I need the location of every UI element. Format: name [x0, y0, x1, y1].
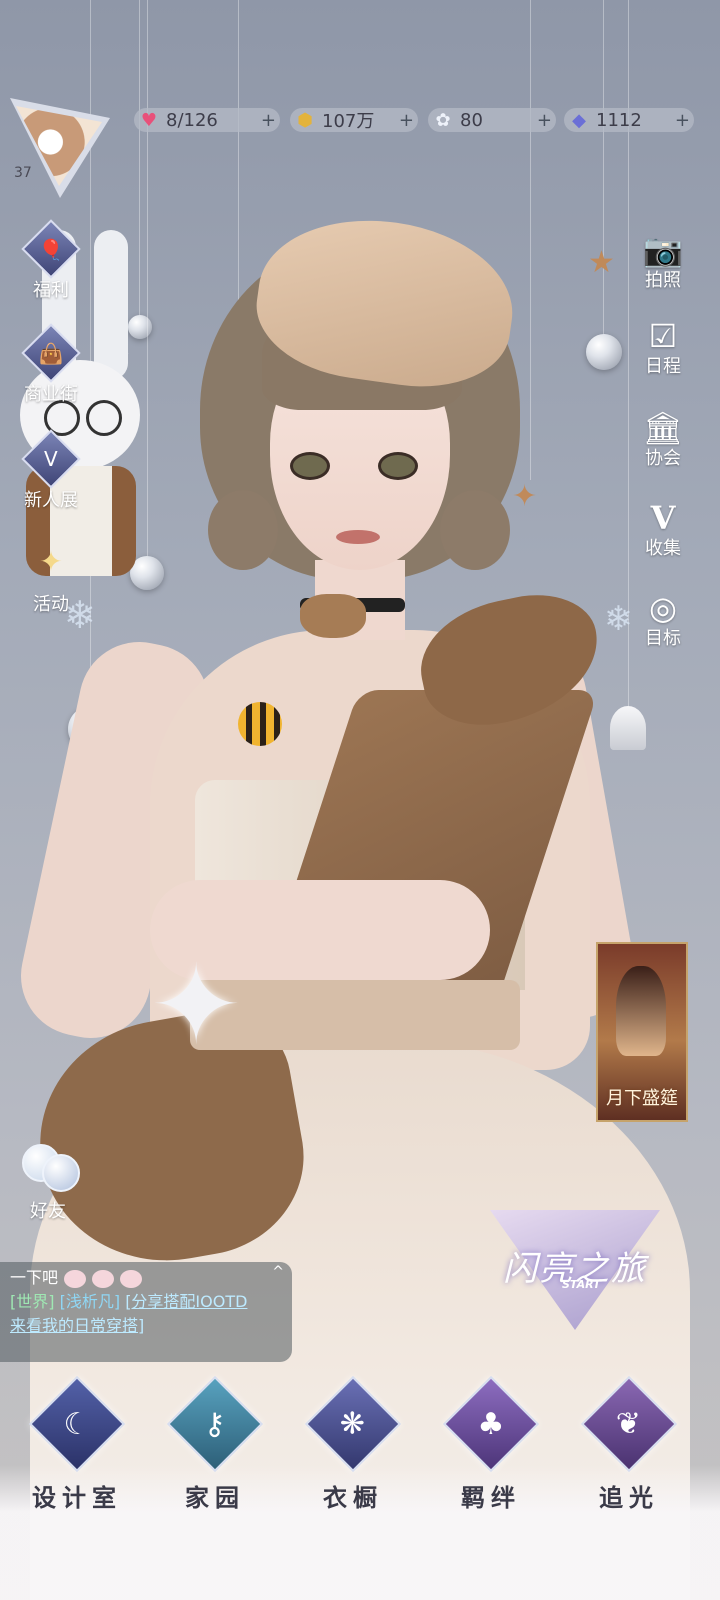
resource-diamond[interactable]: ◆ 1112 + — [564, 108, 694, 132]
sparkle-star-icon: ✦ — [39, 544, 63, 578]
add-diamond-icon[interactable]: + — [675, 110, 690, 131]
resource-value: 80 — [460, 109, 483, 131]
resource-hearts[interactable]: ♥ 8/126 + — [134, 108, 280, 132]
key-icon: ⚷ — [166, 1375, 264, 1473]
chat-message: [世界] [浅析凡] [分享搭配IOOTD — [10, 1290, 282, 1314]
silver-star-charm: ✦ — [150, 941, 243, 1069]
camera-icon: 📷 — [643, 231, 683, 269]
moon-needle-icon: ☾ — [28, 1375, 126, 1473]
chat-message: 来看我的日常穿搭] — [10, 1314, 282, 1338]
resource-crystal[interactable]: ✿ 80 + — [428, 108, 556, 132]
player-level: 37 — [14, 165, 32, 181]
chat-outfit-link-cont[interactable]: 来看我的日常穿搭] — [10, 1316, 144, 1335]
resource-value: 8/126 — [166, 109, 218, 131]
menu-photo[interactable]: 📷 拍照 — [628, 234, 698, 292]
chat-username[interactable]: [浅析凡] — [60, 1292, 121, 1311]
friends-label[interactable]: 好友 — [30, 1197, 66, 1223]
nav-chase-light[interactable]: ❦ 追光 — [574, 1375, 684, 1513]
menu-goals[interactable]: ◎ 目标 — [628, 592, 698, 650]
diamond-icon: ◆ — [572, 109, 586, 131]
menu-newcomer-show[interactable]: V 新人展 — [16, 429, 86, 512]
menu-welfare[interactable]: 🎈 福利 — [16, 219, 86, 302]
emoji-icon — [120, 1269, 143, 1288]
guild-building-icon: 🏛 — [642, 409, 684, 447]
shining-journey-button[interactable]: 闪亮之旅 START — [470, 1190, 680, 1340]
hot-air-balloon-icon: 🎈 — [21, 219, 81, 279]
calendar-check-icon: ☑ — [648, 317, 678, 355]
menu-events[interactable]: ✦ 活动 — [16, 536, 86, 616]
event-title: 月下盛筵 — [606, 1088, 678, 1109]
event-character-portrait — [616, 966, 666, 1056]
nav-design-studio[interactable]: ☾ 设计室 — [22, 1375, 132, 1513]
nav-wardrobe[interactable]: ❋ 衣橱 — [298, 1375, 408, 1513]
add-gold-icon[interactable]: + — [399, 110, 414, 131]
menu-collection[interactable]: V 收集 — [628, 502, 698, 560]
player-avatar[interactable] — [10, 98, 110, 198]
emoji-icon — [92, 1269, 115, 1288]
bottom-nav: ☾ 设计室 ⚷ 家园 ❋ 衣橱 ♣ 羁绊 ❦ 追光 — [0, 1375, 720, 1600]
menu-schedule[interactable]: ☑ 日程 — [628, 320, 698, 378]
emoji-icon — [64, 1269, 87, 1288]
trophy-v-icon: V — [21, 429, 81, 489]
collection-v-icon: V — [650, 499, 676, 537]
chat-message: 一下吧 — [10, 1266, 282, 1290]
menu-shopping-street[interactable]: 👜 商业街 — [16, 323, 86, 406]
chat-channel-tag: [世界] — [10, 1292, 55, 1311]
friends-icon[interactable] — [18, 1140, 80, 1192]
heart-icon: ♥ — [140, 109, 158, 131]
resource-value: 1112 — [596, 109, 642, 131]
butterfly-icon: ❦ — [580, 1375, 678, 1473]
nav-bonds[interactable]: ♣ 羁绊 — [436, 1375, 546, 1513]
resource-gold[interactable]: ⬢ 107万 + — [290, 108, 418, 132]
clover-icon: ♣ — [442, 1375, 540, 1473]
target-medal-icon: ◎ — [649, 589, 677, 627]
add-hearts-icon[interactable]: + — [261, 110, 276, 131]
bee-tattoo — [238, 702, 282, 746]
event-banner-card[interactable]: 月下盛筵 — [596, 942, 688, 1122]
journey-start-label: START — [562, 1278, 601, 1291]
gem-flower-icon: ❋ — [304, 1375, 402, 1473]
crystal-flower-icon: ✿ — [435, 109, 451, 131]
add-crystal-icon[interactable]: + — [537, 110, 552, 131]
menu-guild[interactable]: 🏛 协会 — [628, 412, 698, 470]
nav-home[interactable]: ⚷ 家园 — [160, 1375, 270, 1513]
chevron-up-icon[interactable]: ^ — [272, 1264, 284, 1280]
chat-outfit-link[interactable]: [分享搭配IOOTD — [125, 1292, 247, 1311]
shopping-bag-icon: 👜 — [21, 323, 81, 383]
gold-coin-icon: ⬢ — [297, 109, 313, 131]
world-chat-panel[interactable]: 一下吧 [世界] [浅析凡] [分享搭配IOOTD 来看我的日常穿搭] ^ — [0, 1262, 292, 1362]
resource-value: 107万 — [322, 111, 375, 132]
